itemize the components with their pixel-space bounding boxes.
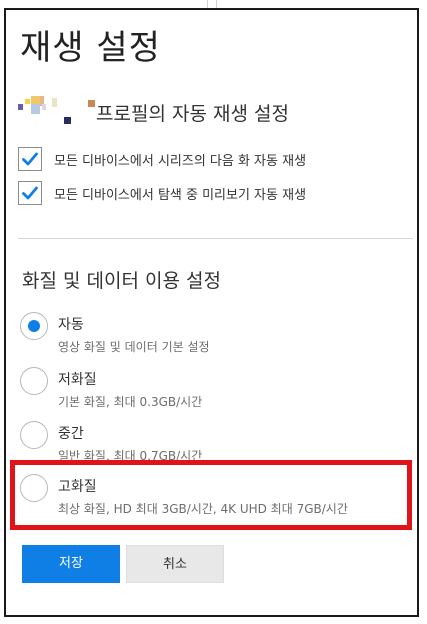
quality-medium-label: 중간 <box>58 426 84 442</box>
autoplay-previews-checkbox[interactable] <box>18 181 42 205</box>
quality-option-low[interactable]: 저화질 기본 화질, 최대 0.3GB/시간 <box>20 367 405 413</box>
highlight-annotation-box <box>10 460 412 530</box>
page-title: 재생 설정 <box>20 28 161 68</box>
quality-option-auto[interactable]: 자동 영상 화질 및 데이터 기본 설정 <box>20 312 405 358</box>
checkmark-icon <box>22 186 38 200</box>
cancel-button[interactable]: 취소 <box>126 545 224 583</box>
autoplay-next-episode-checkbox[interactable] <box>18 147 42 171</box>
autoplay-previews-row[interactable]: 모든 디바이스에서 탐색 중 미리보기 자동 재생 <box>18 181 398 207</box>
profile-row: 프로필의 자동 재생 설정 <box>12 92 392 132</box>
autoplay-next-episode-label: 모든 디바이스에서 시리즈의 다음 화 자동 재생 <box>54 154 307 169</box>
window-notch <box>207 0 217 8</box>
quality-auto-radio[interactable] <box>20 312 48 340</box>
save-button[interactable]: 저장 <box>22 545 120 583</box>
quality-auto-label: 자동 <box>58 317 84 333</box>
quality-low-description: 기본 화질, 최대 0.3GB/시간 <box>58 395 203 409</box>
autoplay-previews-label: 모든 디바이스에서 탐색 중 미리보기 자동 재생 <box>54 188 307 203</box>
quality-medium-radio[interactable] <box>20 421 48 449</box>
quality-section-title: 화질 및 데이터 이용 설정 <box>22 270 221 292</box>
quality-low-radio[interactable] <box>20 367 48 395</box>
autoplay-next-episode-row[interactable]: 모든 디바이스에서 시리즈의 다음 화 자동 재생 <box>18 147 398 173</box>
quality-auto-description: 영상 화질 및 데이터 기본 설정 <box>58 340 210 354</box>
quality-low-label: 저화질 <box>58 372 97 388</box>
section-divider <box>18 238 413 239</box>
checkmark-icon <box>22 152 38 166</box>
profile-autoplay-heading: 프로필의 자동 재생 설정 <box>96 103 289 125</box>
